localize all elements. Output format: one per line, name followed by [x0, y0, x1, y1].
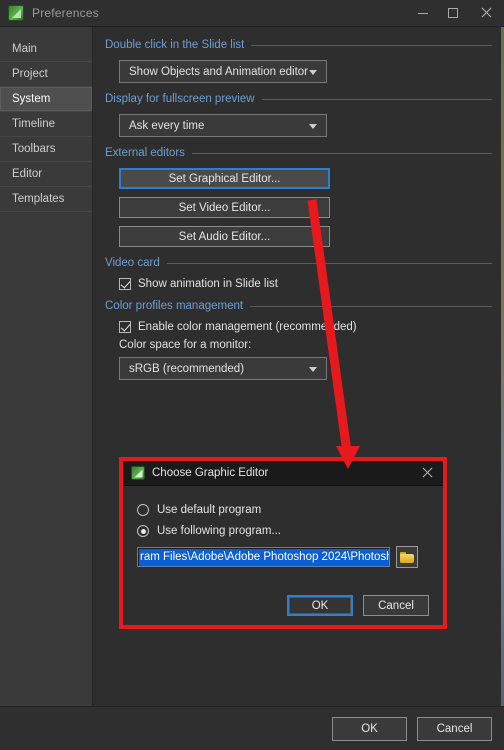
sidebar-item-templates[interactable]: Templates: [0, 187, 92, 212]
cancel-button[interactable]: Cancel: [417, 716, 492, 741]
dialog-footer: OK Cancel: [0, 706, 504, 750]
close-icon: [421, 467, 433, 479]
maximize-icon: [448, 8, 458, 18]
group-title: External editors: [105, 147, 185, 159]
chevron-down-icon: [309, 366, 317, 372]
group-title: Color profiles management: [105, 300, 244, 312]
color-space-select[interactable]: sRGB (recommended): [119, 357, 327, 380]
set-graphical-editor-button[interactable]: Set Graphical Editor...: [119, 168, 330, 189]
group-title: Video card: [105, 257, 160, 269]
set-audio-editor-button[interactable]: Set Audio Editor...: [119, 226, 330, 247]
choose-graphic-editor-dialog: Choose Graphic Editor Use default progra…: [123, 461, 443, 625]
group-divider: [250, 305, 492, 307]
checkbox-label: Show animation in Slide list: [138, 278, 278, 290]
browse-button[interactable]: [396, 546, 418, 568]
sidebar-item-label: Timeline: [12, 118, 56, 130]
radio-label: Use default program: [157, 504, 262, 516]
group-header: Double click in the Slide list: [105, 39, 492, 51]
program-path-input[interactable]: ram Files\Adobe\Adobe Photoshop 2024\Pho…: [137, 547, 390, 567]
dialog-body: Use default program Use following progra…: [123, 486, 443, 625]
program-path-row: ram Files\Adobe\Adobe Photoshop 2024\Pho…: [137, 546, 429, 568]
group-fullscreen-preview: Display for fullscreen preview Ask every…: [105, 93, 492, 137]
group-header: Display for fullscreen preview: [105, 93, 492, 105]
double-click-action-select[interactable]: Show Objects and Animation editor: [119, 60, 327, 83]
close-icon: [480, 7, 492, 19]
button-label: Set Audio Editor...: [178, 230, 271, 243]
app-icon: [8, 5, 24, 21]
group-header: External editors: [105, 147, 492, 159]
group-header: Color profiles management: [105, 300, 492, 312]
checkbox-label: Enable color management (recommended): [138, 321, 357, 333]
dialog-title: Choose Graphic Editor: [152, 467, 269, 479]
select-value: Show Objects and Animation editor: [129, 65, 308, 78]
sidebar-item-label: Templates: [12, 193, 65, 205]
sidebar-item-system[interactable]: System: [0, 87, 92, 112]
sidebar-item-timeline[interactable]: Timeline: [0, 112, 92, 137]
preferences-window: Preferences Main Project System Timeline…: [0, 0, 504, 750]
use-following-program-radio-row[interactable]: Use following program...: [137, 525, 429, 537]
app-icon: [131, 466, 145, 480]
sidebar-item-label: Project: [12, 68, 48, 80]
dialog-ok-button[interactable]: OK: [287, 595, 353, 616]
checkbox-icon[interactable]: [119, 278, 131, 290]
fullscreen-display-select[interactable]: Ask every time: [119, 114, 327, 137]
window-controls: [408, 0, 504, 27]
group-video-card: Video card Show animation in Slide list: [105, 257, 492, 290]
sidebar-item-label: Editor: [12, 168, 43, 180]
checkbox-icon[interactable]: [119, 321, 131, 333]
button-label: Set Graphical Editor...: [168, 172, 281, 185]
select-value: sRGB (recommended): [129, 362, 245, 375]
maximize-button[interactable]: [438, 0, 468, 27]
group-title: Double click in the Slide list: [105, 39, 245, 51]
set-video-editor-button[interactable]: Set Video Editor...: [119, 197, 330, 218]
button-label: OK: [311, 599, 329, 612]
button-label: OK: [361, 722, 378, 735]
use-default-program-radio-row[interactable]: Use default program: [137, 504, 429, 516]
sidebar-item-main[interactable]: Main: [0, 37, 92, 62]
sidebar-item-editor[interactable]: Editor: [0, 162, 92, 187]
dialog-cancel-button[interactable]: Cancel: [363, 595, 429, 616]
group-double-click: Double click in the Slide list Show Obje…: [105, 39, 492, 83]
group-external-editors: External editors Set Graphical Editor...…: [105, 147, 492, 247]
sidebar-item-project[interactable]: Project: [0, 62, 92, 87]
group-divider: [166, 262, 492, 264]
group-divider: [191, 152, 492, 154]
sidebar-item-label: System: [12, 93, 51, 105]
radio-label: Use following program...: [157, 525, 281, 537]
minimize-button[interactable]: [408, 0, 438, 27]
button-label: Set Video Editor...: [178, 201, 271, 214]
group-header: Video card: [105, 257, 492, 269]
show-animation-checkbox-row[interactable]: Show animation in Slide list: [119, 278, 492, 290]
group-title: Display for fullscreen preview: [105, 93, 255, 105]
close-button[interactable]: [468, 0, 504, 27]
button-label: Cancel: [436, 722, 473, 735]
dialog-close-button[interactable]: [411, 461, 443, 486]
dialog-title-bar: Choose Graphic Editor: [123, 461, 443, 486]
dialog-buttons: OK Cancel: [123, 595, 443, 616]
group-divider: [261, 98, 492, 100]
program-path-value: ram Files\Adobe\Adobe Photoshop 2024\Pho…: [139, 548, 389, 566]
enable-color-management-checkbox-row[interactable]: Enable color management (recommended): [119, 321, 492, 333]
color-space-label: Color space for a monitor:: [119, 339, 252, 351]
sidebar-item-label: Toolbars: [12, 143, 56, 155]
sidebar-item-label: Main: [12, 43, 37, 55]
button-label: Cancel: [378, 599, 414, 612]
select-value: Ask every time: [129, 119, 205, 132]
radio-icon[interactable]: [137, 504, 149, 516]
ok-button[interactable]: OK: [332, 716, 407, 741]
window-title: Preferences: [32, 6, 99, 20]
group-color-profiles: Color profiles management Enable color m…: [105, 300, 492, 380]
minimize-icon: [418, 12, 428, 14]
group-divider: [251, 44, 492, 46]
sidebar: Main Project System Timeline Toolbars Ed…: [0, 27, 93, 706]
folder-icon: [400, 551, 414, 563]
title-bar: Preferences: [0, 0, 504, 27]
chevron-down-icon: [309, 69, 317, 75]
chevron-down-icon: [309, 123, 317, 129]
radio-icon[interactable]: [137, 525, 149, 537]
sidebar-item-toolbars[interactable]: Toolbars: [0, 137, 92, 162]
